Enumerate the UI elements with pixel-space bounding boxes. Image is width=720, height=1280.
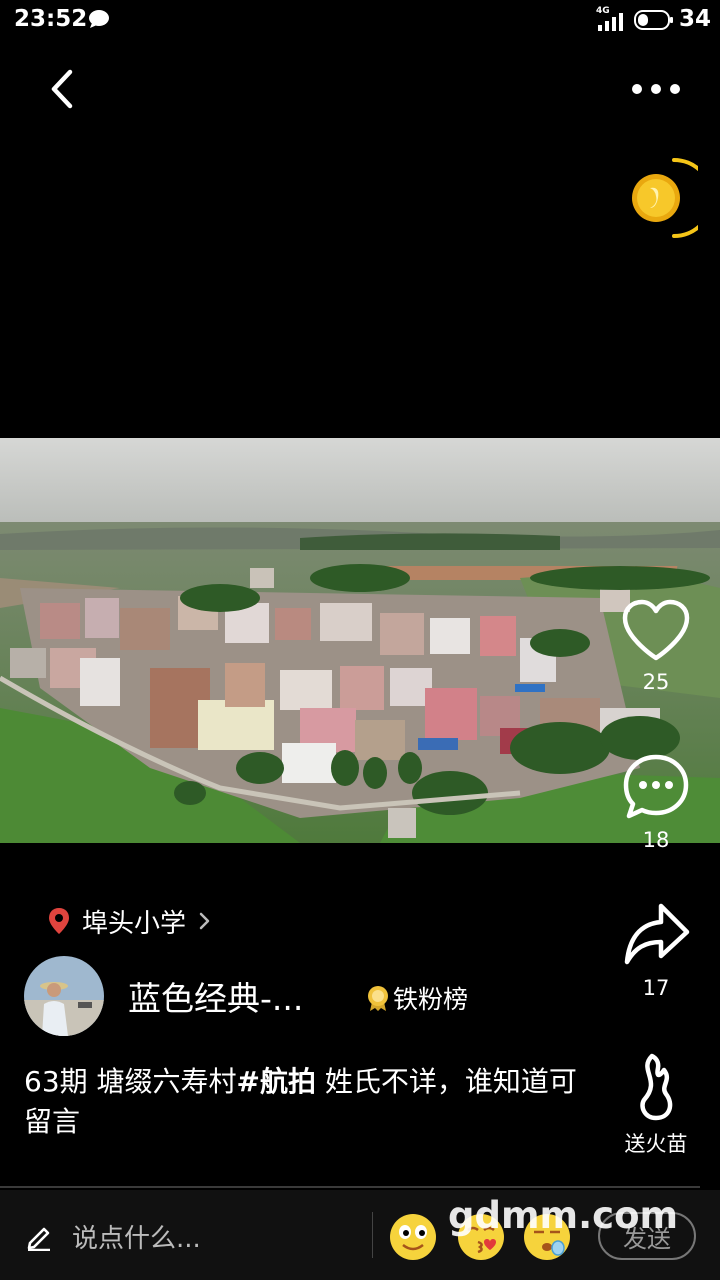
separator	[372, 1212, 373, 1258]
back-button[interactable]	[38, 64, 88, 114]
location-name: 埠头小学	[82, 908, 187, 939]
location-pin-icon	[49, 908, 69, 934]
battery-level: 34	[679, 6, 712, 32]
medal-icon	[368, 986, 388, 1011]
status-time: 23:52	[14, 6, 88, 32]
share-button[interactable]: 17	[606, 900, 706, 1000]
author-name[interactable]: 蓝色经典-...	[128, 972, 303, 1020]
send-flame-label: 送火苗	[624, 1132, 688, 1156]
coin-reward-widget[interactable]	[620, 156, 714, 240]
share-count: 17	[642, 976, 670, 1000]
caption-text: 63期 塘缀六寿村	[24, 1065, 237, 1098]
gold-coin-icon	[632, 158, 714, 238]
flame-icon	[640, 1053, 673, 1121]
comment-bubble-icon	[623, 754, 689, 819]
like-count: 25	[642, 670, 670, 694]
divider	[0, 1186, 700, 1188]
fan-ranking-label: 铁粉榜	[393, 985, 469, 1014]
location-tag[interactable]: 埠头小学	[48, 903, 212, 939]
more-options-button[interactable]	[626, 74, 686, 104]
author-avatar[interactable]	[24, 956, 104, 1036]
status-bar: 23:52 4G 34	[0, 0, 720, 40]
share-arrow-icon	[624, 903, 690, 965]
like-button[interactable]: 25	[606, 598, 706, 694]
caption-hashtag[interactable]: #航拍	[237, 1065, 316, 1098]
pencil-icon	[27, 1227, 50, 1251]
comment-button[interactable]: 18	[606, 752, 706, 852]
signal-icon	[598, 13, 623, 31]
comment-count: 18	[642, 828, 670, 852]
chat-notification-icon	[89, 10, 109, 28]
chevron-right-icon	[199, 912, 210, 930]
smile-emoji-icon[interactable]	[388, 1212, 438, 1262]
post-caption: 63期 塘缀六寿村#航拍 姓氏不详，谁知道可留言	[24, 1062, 584, 1142]
comment-placeholder: 说点什么...	[72, 1223, 201, 1254]
chevron-left-icon	[51, 69, 73, 109]
battery-icon	[634, 10, 673, 30]
more-dots-icon	[632, 84, 680, 94]
heart-icon	[622, 599, 690, 661]
comment-input[interactable]: 说点什么...	[24, 1214, 354, 1258]
watermark: gdmm.com	[448, 1194, 679, 1237]
fan-ranking-badge[interactable]: 铁粉榜	[366, 980, 468, 1016]
send-flame-button[interactable]: 送火苗	[606, 1052, 706, 1158]
